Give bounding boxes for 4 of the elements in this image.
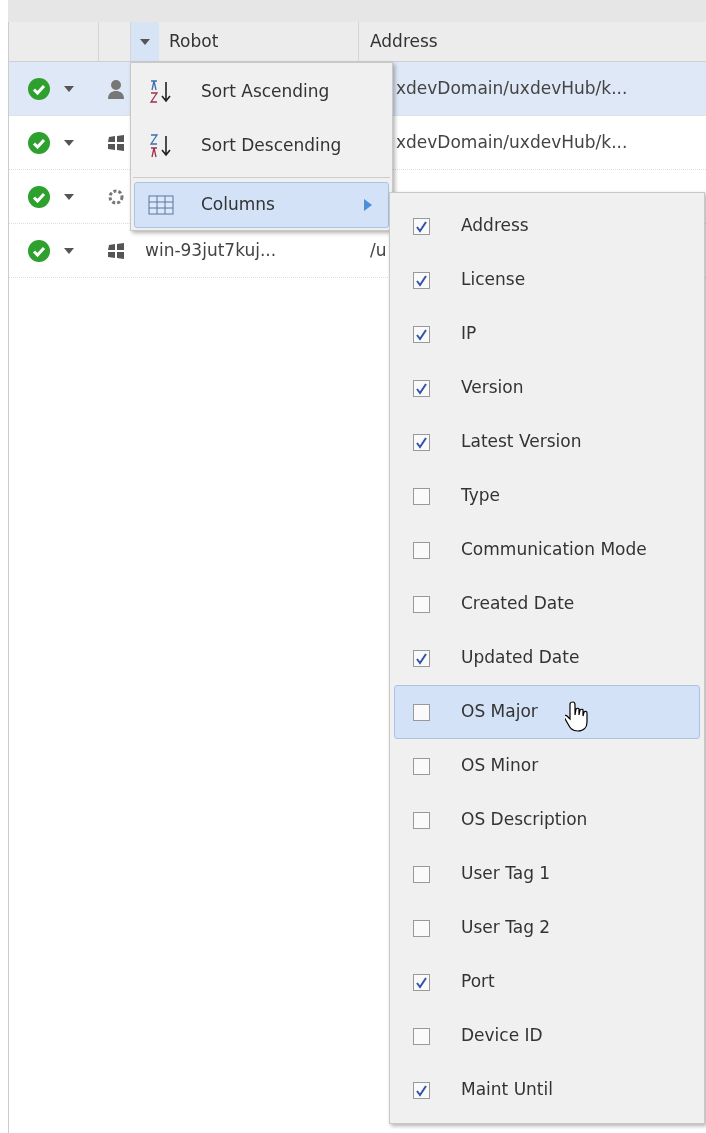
table-cell: xdevDomain/uxdevHub/k... [396,131,628,152]
table-cell: win-93jut7kuj... [145,239,277,260]
table-cell: /u [370,239,387,260]
table-cell: xdevDomain/uxdevHub/k... [396,77,628,98]
